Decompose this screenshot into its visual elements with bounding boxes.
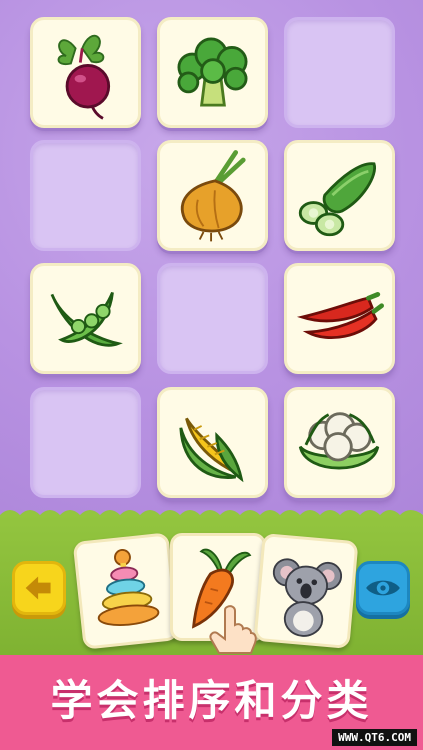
card-beet[interactable] (30, 17, 141, 128)
card-onion[interactable] (157, 140, 268, 251)
onion-icon (180, 150, 246, 242)
pointer-hand-icon (209, 605, 257, 654)
empty-slot[interactable] (284, 17, 395, 128)
card-peas[interactable] (30, 263, 141, 374)
back-button[interactable] (12, 561, 66, 615)
card-broccoli[interactable] (157, 17, 268, 128)
watermark: WWW.QT6.COM (332, 729, 417, 746)
cauliflower-icon (298, 412, 380, 470)
banner-title: 学会排序和分类 (50, 676, 373, 725)
cucumber-icon (298, 162, 377, 237)
item-tray (0, 515, 423, 655)
eye-icon (366, 580, 400, 596)
empty-slot[interactable] (30, 387, 141, 498)
tray-card-stacking-rings[interactable] (72, 532, 180, 650)
card-chili[interactable] (284, 263, 395, 374)
vegetable-board (0, 0, 423, 515)
card-cucumber[interactable] (284, 140, 395, 251)
empty-slot[interactable] (30, 140, 141, 251)
stacking-rings-icon (97, 548, 160, 627)
koala-icon (272, 558, 343, 637)
card-corn[interactable] (157, 387, 268, 498)
arrow-left-icon (25, 576, 51, 600)
broccoli-icon (177, 37, 248, 107)
tray-card-koala[interactable] (253, 533, 359, 649)
corn-icon (179, 417, 244, 483)
beet-icon (57, 34, 111, 120)
title-banner: 学会排序和分类 WWW.QT6.COM (0, 655, 423, 750)
peas-icon (50, 291, 123, 347)
eye-button[interactable] (356, 561, 410, 615)
card-cauliflower[interactable] (284, 387, 395, 498)
empty-slot[interactable] (157, 263, 268, 374)
chili-pepper-icon (296, 292, 384, 340)
